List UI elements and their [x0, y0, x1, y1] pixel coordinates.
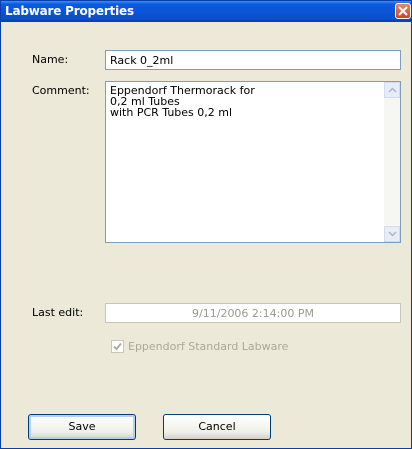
name-label: Name:: [32, 53, 69, 66]
comment-textarea[interactable]: Eppendorf Thermorack for 0,2 ml Tubes wi…: [105, 81, 401, 243]
name-field[interactable]: Rack 0_2ml: [105, 50, 401, 70]
last-edit-label: Last edit:: [32, 306, 84, 319]
save-button[interactable]: Save: [28, 414, 136, 440]
title-bar[interactable]: Labware Properties: [1, 1, 411, 22]
cancel-button[interactable]: Cancel: [163, 414, 271, 440]
window-title: Labware Properties: [5, 4, 134, 18]
chevron-up-icon: [388, 87, 397, 93]
chevron-down-icon: [388, 231, 397, 237]
last-edit-field: 9/11/2006 2:14:00 PM: [105, 303, 401, 323]
comment-label: Comment:: [32, 84, 90, 97]
checkmark-icon: [113, 342, 122, 351]
comment-text: Eppendorf Thermorack for 0,2 ml Tubes wi…: [110, 84, 255, 119]
comment-scrollbar[interactable]: [384, 82, 400, 242]
standard-labware-checkbox[interactable]: [111, 340, 124, 353]
standard-labware-label: Eppendorf Standard Labware: [128, 340, 289, 353]
close-icon: [398, 6, 408, 16]
scroll-down-button[interactable]: [384, 226, 400, 242]
labware-properties-dialog: Labware Properties Name: Rack 0_2ml Comm…: [0, 0, 412, 449]
close-button[interactable]: [395, 3, 411, 19]
scroll-up-button[interactable]: [384, 82, 400, 98]
